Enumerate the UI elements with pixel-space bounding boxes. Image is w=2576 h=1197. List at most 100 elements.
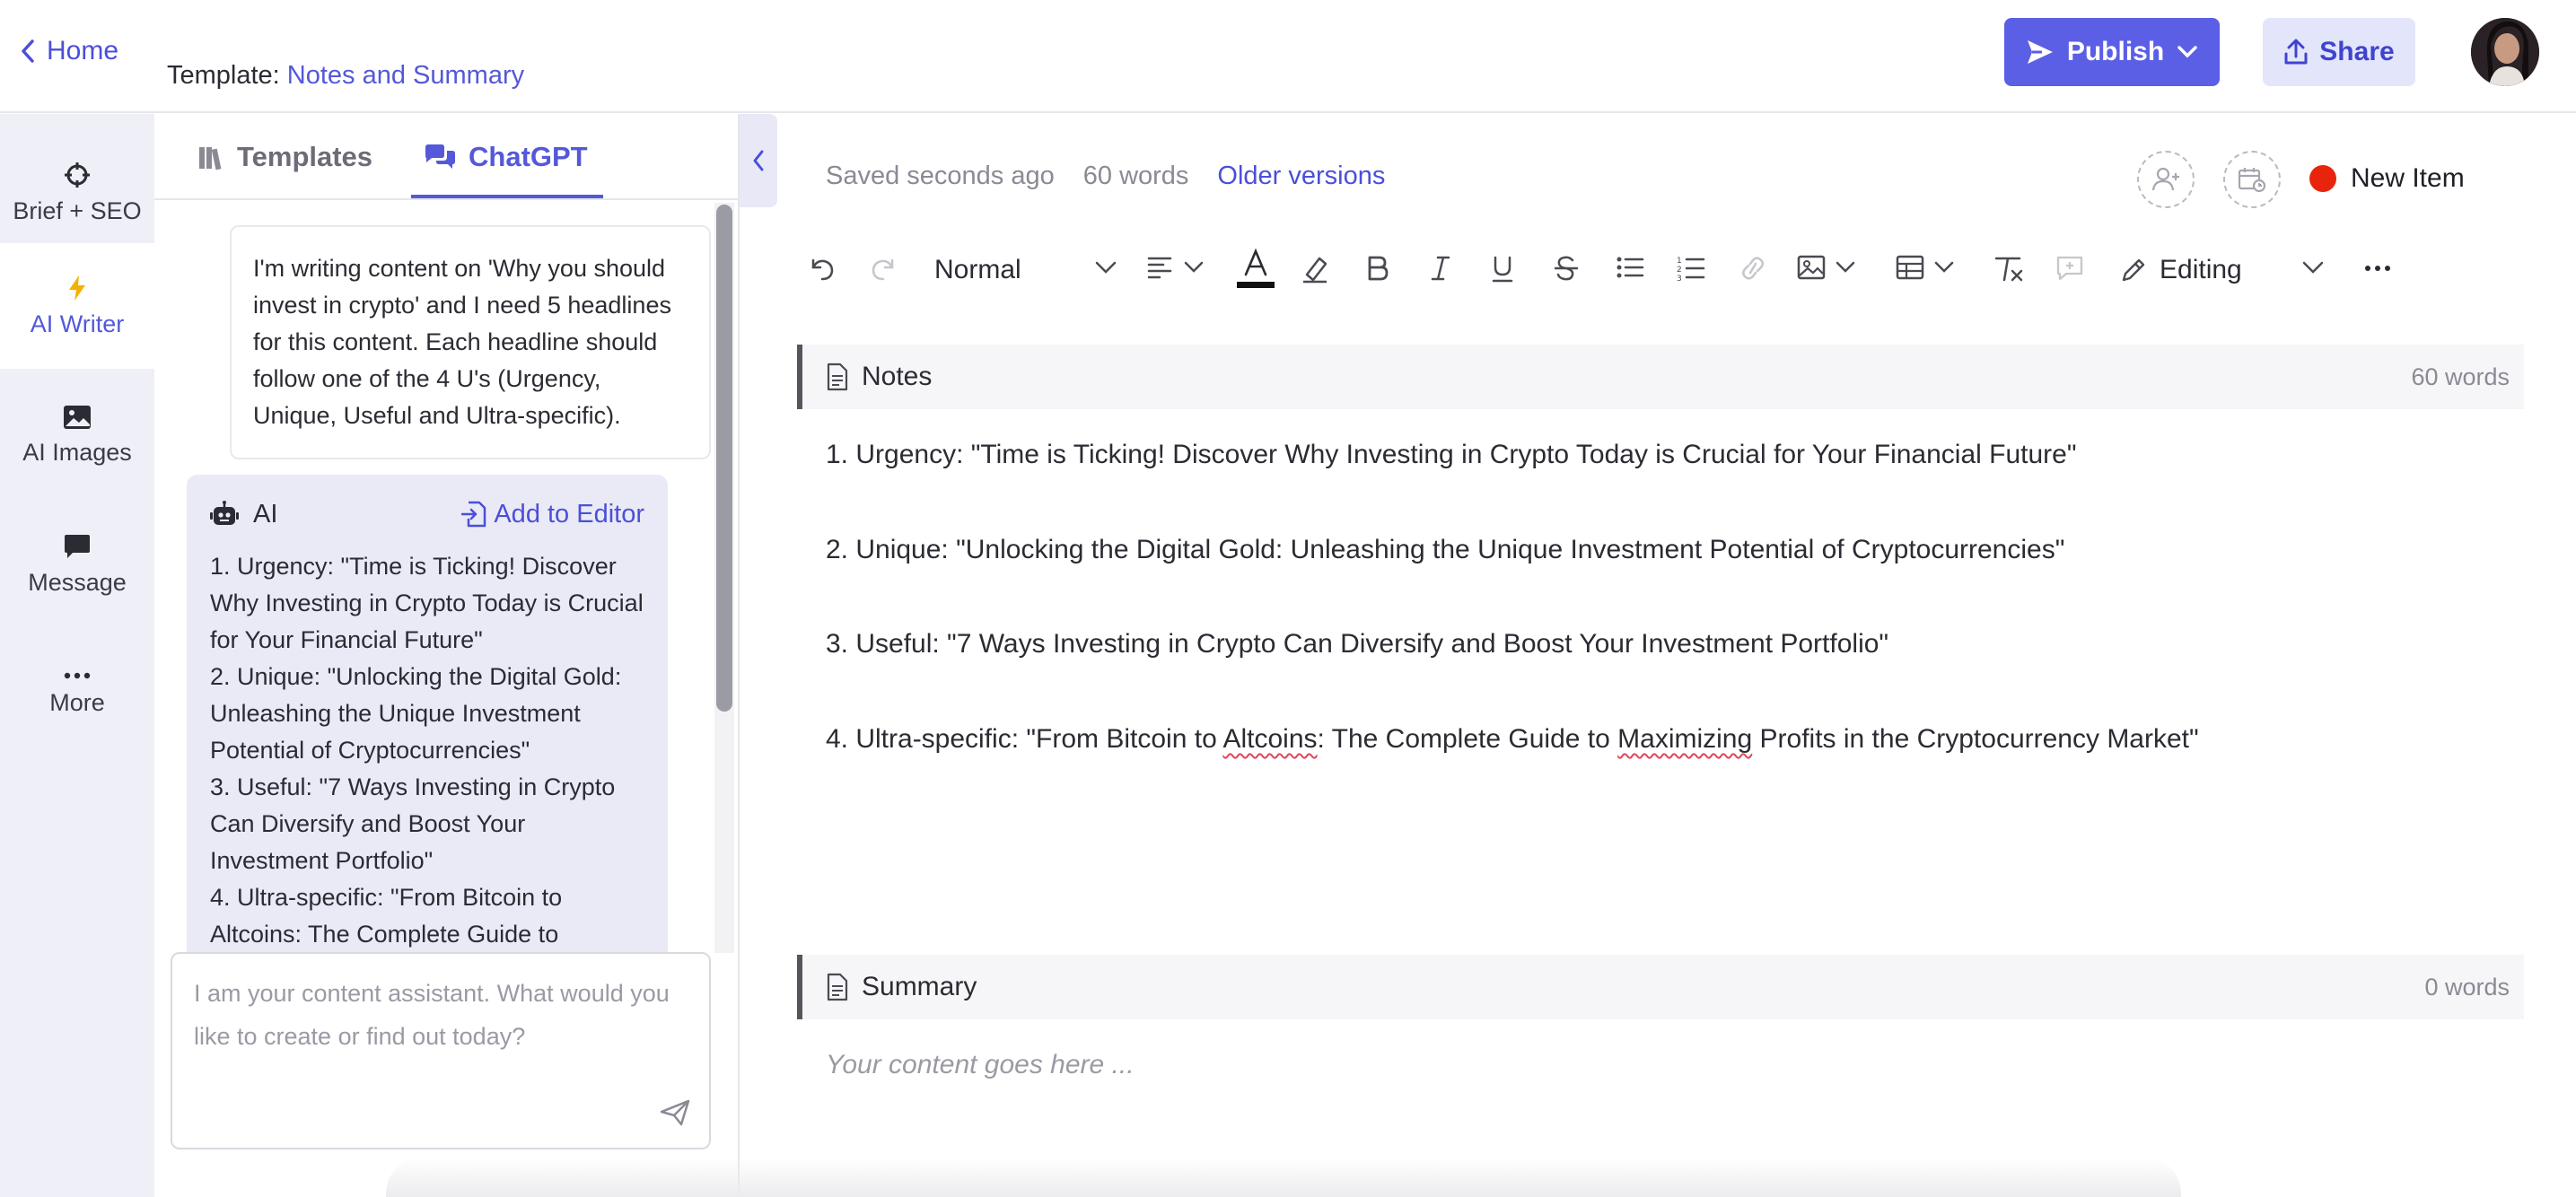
- notes-line[interactable]: 2. Unique: "Unlocking the Digital Gold: …: [826, 535, 2064, 565]
- link-icon[interactable]: [1738, 255, 1768, 282]
- publish-label: Publish: [2066, 37, 2165, 66]
- template-name[interactable]: Notes and Summary: [287, 61, 524, 90]
- crosshair-icon: [64, 162, 91, 188]
- rail-item-more[interactable]: More: [0, 631, 154, 756]
- status-selector[interactable]: New Item: [2309, 163, 2465, 194]
- highlight-icon[interactable]: [1300, 255, 1330, 284]
- chevron-left-icon: [751, 149, 766, 172]
- template-indicator: Template: Notes and Summary: [167, 61, 524, 91]
- chat-bubbles-icon: [424, 144, 456, 170]
- books-icon: [197, 144, 224, 170]
- ai-line: 3. Useful: "7 Ways Investing in Crypto C…: [210, 773, 616, 874]
- notes-line[interactable]: 4. Ultra-specific: "From Bitcoin to Altc…: [826, 724, 2199, 755]
- older-versions-link[interactable]: Older versions: [1217, 162, 1385, 191]
- ai-message-header: AI Add to Editor: [210, 496, 644, 532]
- editor-toolbar: Normal 123 Editing: [808, 248, 2405, 298]
- home-label: Home: [47, 36, 119, 66]
- comment-icon[interactable]: [2055, 255, 2084, 282]
- add-user-icon: [2151, 166, 2181, 193]
- paragraph-style-value: Normal: [934, 255, 1021, 284]
- undo-icon[interactable]: [808, 255, 837, 284]
- chevron-down-icon: [1933, 260, 1955, 275]
- strikethrough-icon[interactable]: [1553, 255, 1580, 282]
- image-icon: [1797, 255, 1826, 280]
- redo-icon[interactable]: [869, 255, 898, 284]
- underline-icon[interactable]: [1490, 255, 1515, 284]
- share-label: Share: [2319, 37, 2395, 66]
- more-options-icon[interactable]: [2364, 264, 2391, 273]
- pencil-icon: [2120, 257, 2147, 284]
- summary-editor[interactable]: Your content goes here ...: [826, 1050, 1135, 1080]
- image-insert-select[interactable]: [1797, 255, 1856, 280]
- left-rail: Brief + SEO AI Writer AI Images Message …: [0, 114, 154, 1197]
- misspelled-word: Maximizing: [1617, 724, 1753, 754]
- tab-templates[interactable]: Templates: [197, 141, 372, 173]
- text-color-icon[interactable]: [1237, 248, 1275, 291]
- notes-line[interactable]: 1. Urgency: "Time is Ticking! Discover W…: [826, 440, 2077, 470]
- avatar[interactable]: [2471, 18, 2539, 86]
- chevron-down-icon: [1094, 260, 1117, 275]
- notes-text: Profits in the Cryptocurrency Market": [1752, 724, 2199, 754]
- chat-input[interactable]: I am your content assistant. What would …: [171, 952, 711, 1149]
- editing-mode-value: Editing: [2160, 255, 2242, 284]
- clear-formatting-icon[interactable]: [1993, 255, 2025, 282]
- publish-button[interactable]: Publish: [2004, 18, 2220, 86]
- rail-label: AI Writer: [30, 310, 125, 337]
- share-button[interactable]: Share: [2263, 18, 2415, 86]
- svg-text:3: 3: [1677, 275, 1682, 282]
- notes-line[interactable]: 3. Useful: "7 Ways Investing in Crypto C…: [826, 629, 1888, 660]
- misspelled-word: Altcoins: [1222, 724, 1318, 754]
- paragraph-style-select[interactable]: Normal: [934, 255, 1125, 285]
- active-tab-indicator: [411, 195, 603, 198]
- numbered-list-icon[interactable]: 123: [1677, 255, 1705, 282]
- editing-mode-select[interactable]: Editing: [2120, 255, 2324, 285]
- chat-bubble-icon: [64, 533, 91, 560]
- rail-item-brief-seo[interactable]: Brief + SEO: [0, 130, 154, 256]
- rail-item-message[interactable]: Message: [0, 502, 154, 627]
- svg-text:1: 1: [1677, 257, 1682, 266]
- home-link[interactable]: Home: [20, 36, 118, 66]
- notes-section-header[interactable]: Notes 60 words: [797, 345, 2524, 409]
- word-count: 60 words: [1082, 162, 1189, 190]
- chat-history[interactable]: I'm writing content on 'Why you should i…: [154, 202, 738, 1063]
- chevron-down-icon: [2301, 260, 2325, 275]
- align-select[interactable]: [1147, 255, 1205, 280]
- chevron-down-icon: [2177, 45, 2198, 59]
- ai-sender: AI: [210, 496, 277, 533]
- align-left-icon: [1147, 255, 1174, 280]
- tab-chatgpt[interactable]: ChatGPT: [424, 141, 588, 173]
- saved-status: Saved seconds ago: [826, 162, 1055, 190]
- template-prefix: Template:: [167, 61, 280, 90]
- add-to-editor-button[interactable]: Add to Editor: [461, 496, 644, 533]
- italic-icon[interactable]: [1429, 255, 1452, 282]
- chat-scrollbar-thumb[interactable]: [716, 205, 732, 712]
- top-bar: Home Template: Notes and Summary Publish…: [0, 0, 2576, 113]
- send-message-icon[interactable]: [660, 1099, 690, 1126]
- document-icon: [826, 973, 849, 1001]
- summary-section-header[interactable]: Summary 0 words: [797, 955, 2524, 1019]
- editor-status-bar: Saved seconds ago 60 words Older version…: [826, 162, 1385, 191]
- image-icon: [63, 405, 92, 430]
- assign-user-button[interactable]: [2137, 151, 2195, 208]
- add-to-editor-label: Add to Editor: [494, 499, 644, 529]
- table-icon: [1896, 255, 1924, 280]
- user-message: I'm writing content on 'Why you should i…: [230, 225, 711, 459]
- bullet-list-icon[interactable]: [1616, 255, 1644, 280]
- rail-item-ai-images[interactable]: AI Images: [0, 372, 154, 498]
- chat-input-placeholder: I am your content assistant. What would …: [194, 980, 670, 1050]
- notes-title: Notes: [862, 362, 933, 391]
- send-icon: [2026, 39, 2055, 66]
- table-insert-select[interactable]: [1896, 255, 1955, 280]
- bold-icon[interactable]: [1366, 255, 1389, 282]
- rail-label: More: [49, 688, 105, 716]
- lightning-icon: [66, 275, 88, 301]
- collapse-panel-button[interactable]: [740, 114, 777, 207]
- svg-text:2: 2: [1677, 266, 1682, 275]
- notes-text: : The Complete Guide to: [1317, 724, 1618, 754]
- document-icon: [826, 363, 849, 391]
- rail-label: Brief + SEO: [13, 197, 142, 224]
- schedule-button[interactable]: [2223, 151, 2281, 208]
- chevron-down-icon: [1835, 260, 1856, 275]
- notes-text: 4. Ultra-specific: "From Bitcoin to: [826, 724, 1223, 754]
- rail-item-ai-writer[interactable]: AI Writer: [0, 243, 154, 369]
